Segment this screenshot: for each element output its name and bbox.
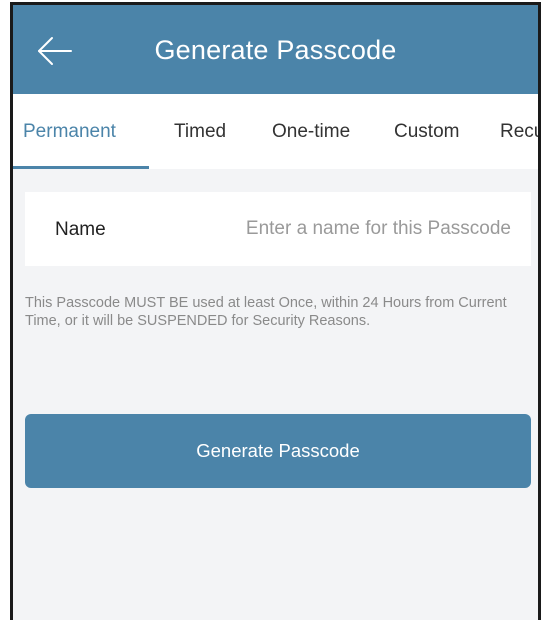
tab-recurring[interactable]: Recu [500,121,538,143]
tab-permanent[interactable]: Permanent [23,121,116,143]
name-row: Name [25,192,531,266]
tab-one-time[interactable]: One-time [272,121,350,143]
tab-timed[interactable]: Timed [174,121,226,143]
tab-custom[interactable]: Custom [394,121,459,143]
name-input[interactable] [195,210,515,248]
name-label: Name [55,219,106,240]
generate-passcode-button[interactable]: Generate Passcode [25,414,531,488]
suspension-notice: This Passcode MUST BE used at least Once… [25,295,507,329]
active-tab-indicator [13,166,149,169]
page-title: Generate Passcode [154,35,397,65]
tab-bar: Permanent Timed One-time Custom Recu [13,94,538,169]
app-screen: Generate Passcode Permanent Timed One-ti… [10,2,541,620]
app-header: Generate Passcode [13,5,538,94]
